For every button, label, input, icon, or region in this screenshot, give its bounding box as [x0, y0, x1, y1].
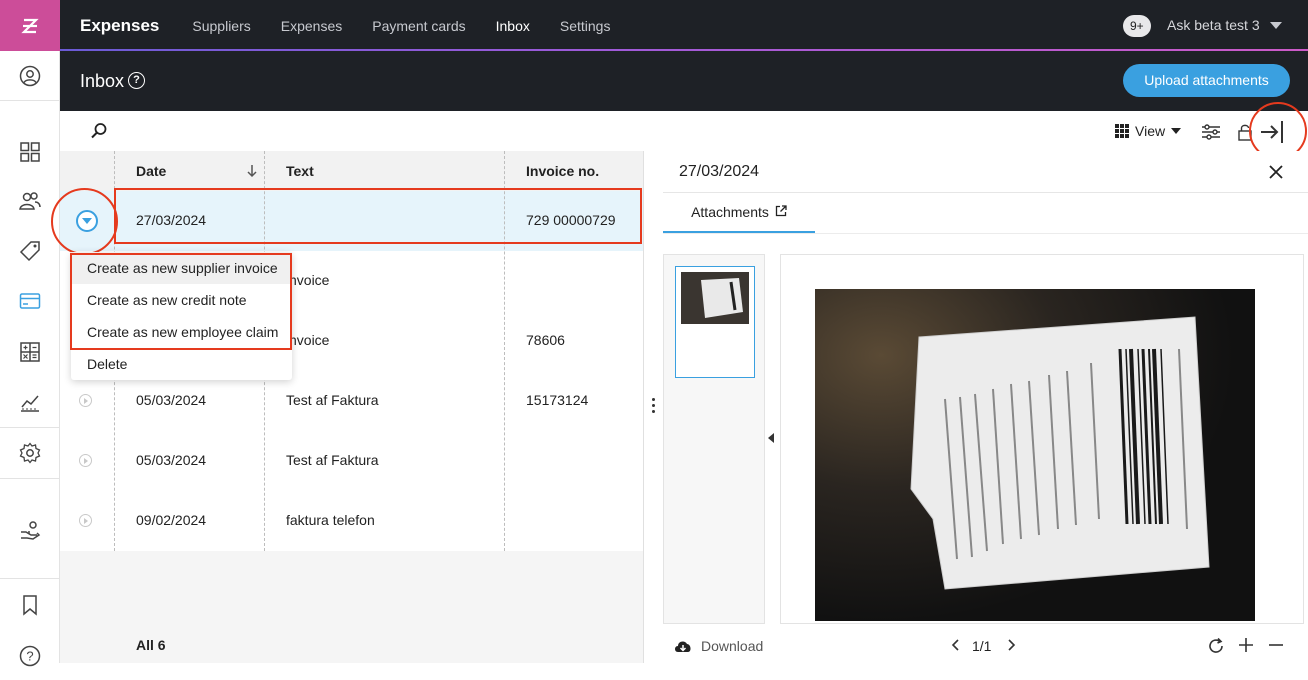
- download-link[interactable]: Download: [701, 638, 763, 654]
- rotate-icon[interactable]: [1207, 637, 1225, 658]
- zoom-in-icon[interactable]: [1238, 637, 1254, 656]
- grid-icon: [1115, 124, 1129, 138]
- nav-payment-cards[interactable]: Payment cards: [372, 18, 465, 34]
- reports-icon[interactable]: [0, 378, 60, 426]
- tab-attachments[interactable]: Attachments: [663, 193, 815, 233]
- row-date: 05/03/2024: [136, 392, 207, 408]
- row-date: 05/03/2024: [136, 452, 207, 468]
- column-date[interactable]: Date: [136, 163, 166, 179]
- top-bar: Expenses Suppliers Expenses Payment card…: [60, 0, 1308, 51]
- attachment-panel: 27/03/2024 Attachments Download 1/1: [663, 151, 1308, 663]
- toolbar: View: [60, 111, 1308, 151]
- annotation-rect-selected-row: [114, 188, 642, 244]
- profile-icon[interactable]: [0, 52, 60, 100]
- panel-splitter[interactable]: [643, 151, 663, 663]
- chevron-down-icon[interactable]: [1270, 22, 1282, 29]
- row-invoice: 78606: [526, 332, 565, 348]
- logo-icon: [21, 18, 39, 33]
- bookmark-icon[interactable]: [0, 581, 60, 629]
- external-link-icon[interactable]: [775, 204, 787, 220]
- nav-expenses[interactable]: Expenses: [281, 18, 342, 34]
- play-circle-icon[interactable]: [79, 394, 92, 407]
- receipt-thumbnail-image: [681, 272, 749, 324]
- settings-gear-icon[interactable]: [0, 429, 60, 477]
- table-footer: All 6: [60, 627, 643, 663]
- left-rail: ?: [0, 0, 60, 667]
- svg-text:?: ?: [26, 649, 33, 664]
- zoom-out-icon[interactable]: [1268, 637, 1284, 656]
- tab-attachments-label: Attachments: [691, 204, 769, 220]
- collapse-thumbnails-icon[interactable]: [768, 433, 774, 443]
- attachment-viewer: [780, 254, 1304, 624]
- viewer-footer: Download 1/1: [663, 629, 1308, 663]
- column-text[interactable]: Text: [286, 163, 314, 179]
- payment-card-icon[interactable]: [0, 277, 60, 325]
- view-label: View: [1135, 123, 1166, 139]
- row-text: Test af Faktura: [286, 392, 379, 408]
- annotation-circle-row-menu: [51, 188, 118, 255]
- row-text: nvoice: [289, 272, 330, 288]
- app-title: Expenses: [80, 15, 160, 35]
- thumbnail-strip: [663, 254, 765, 624]
- close-icon[interactable]: [1269, 165, 1283, 184]
- nav-inbox[interactable]: Inbox: [496, 18, 530, 34]
- nav-settings[interactable]: Settings: [560, 18, 611, 34]
- chevron-left-icon[interactable]: [951, 638, 961, 655]
- sort-arrow-down-icon[interactable]: [246, 163, 258, 182]
- attachment-thumbnail[interactable]: [675, 266, 755, 378]
- app-logo[interactable]: [0, 0, 60, 51]
- page-title: Inbox: [80, 71, 125, 91]
- row-invoice: 15173124: [526, 392, 589, 408]
- caret-down-icon: [1171, 128, 1182, 134]
- row-date: 09/02/2024: [136, 512, 207, 528]
- row-text: nvoice: [289, 332, 330, 348]
- filter-sliders-icon[interactable]: [1201, 123, 1221, 146]
- page-header: Inbox ? Upload attachments: [60, 51, 1308, 111]
- panel-date: 27/03/2024: [679, 163, 760, 180]
- notifications-badge[interactable]: 9+: [1123, 15, 1151, 37]
- cloud-download-icon[interactable]: [673, 638, 693, 657]
- row-count: All 6: [136, 637, 166, 653]
- annotation-rect-menu: [70, 253, 292, 350]
- page-indicator: 1/1: [972, 638, 992, 654]
- upload-attachments-button[interactable]: Upload attachments: [1123, 64, 1290, 97]
- help-circle-icon[interactable]: ?: [128, 72, 145, 89]
- play-circle-icon[interactable]: [79, 454, 92, 467]
- table-row[interactable]: 09/02/2024 faktura telefon: [60, 491, 643, 551]
- view-menu-button[interactable]: View: [1115, 123, 1182, 139]
- nav-suppliers[interactable]: Suppliers: [192, 18, 250, 34]
- table-row[interactable]: 05/03/2024 Test af Faktura 15173124: [60, 371, 643, 431]
- help-icon[interactable]: ?: [0, 632, 60, 680]
- row-text: faktura telefon: [286, 512, 375, 528]
- search-icon[interactable]: [90, 122, 108, 145]
- hand-coin-icon[interactable]: [0, 506, 60, 554]
- table-row[interactable]: 05/03/2024 Test af Faktura: [60, 431, 643, 491]
- table-header: Date Text Invoice no.: [60, 151, 643, 191]
- receipt-photo: [815, 289, 1255, 621]
- drag-handle-icon[interactable]: [652, 398, 655, 413]
- row-text: Test af Faktura: [286, 452, 379, 468]
- tag-icon[interactable]: [0, 227, 60, 275]
- dashboard-icon[interactable]: [0, 128, 60, 176]
- calculator-icon[interactable]: [0, 328, 60, 376]
- column-invoice-no[interactable]: Invoice no.: [526, 163, 599, 179]
- play-circle-icon[interactable]: [79, 514, 92, 527]
- chevron-right-icon[interactable]: [1006, 638, 1016, 655]
- user-menu[interactable]: Ask beta test 3: [1167, 17, 1260, 33]
- menu-delete[interactable]: Delete: [71, 348, 292, 380]
